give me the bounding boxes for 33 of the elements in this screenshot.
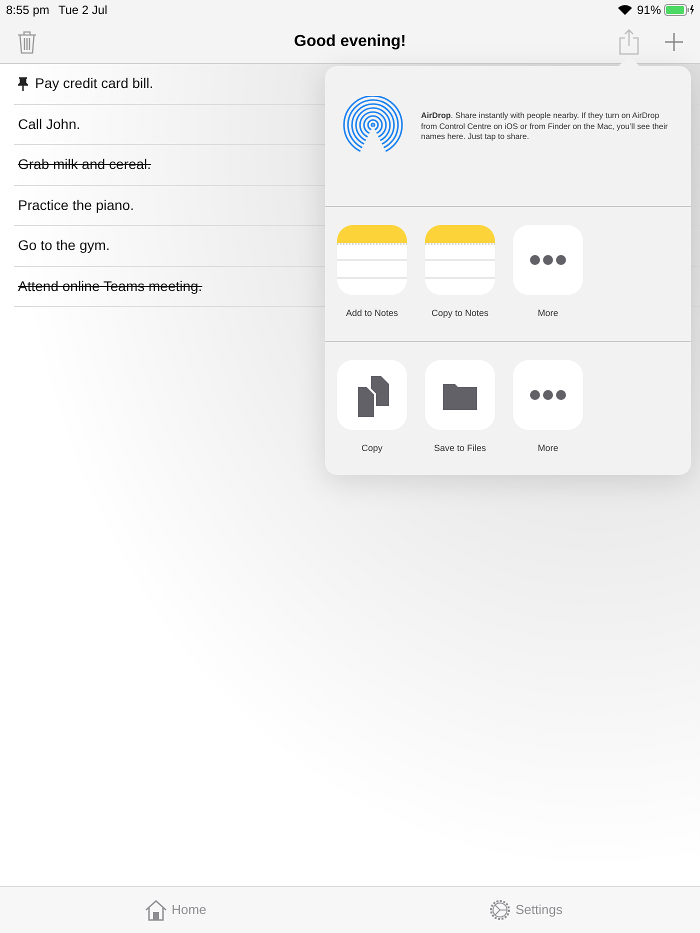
status-date: Tue 2 Jul: [58, 2, 108, 19]
task-text[interactable]: Go to the gym.: [18, 235, 110, 256]
gear-icon: [488, 898, 512, 922]
share-action-label[interactable]: More: [538, 307, 558, 320]
share-action-label[interactable]: Save to Files: [434, 442, 486, 455]
more-icon: [530, 390, 566, 400]
share-icon: [619, 28, 639, 54]
nav-title: Good evening!: [294, 32, 406, 52]
notes-app-icon: [337, 225, 407, 295]
share-action-label[interactable]: Copy to Notes: [431, 307, 489, 320]
share-action-label[interactable]: More: [538, 442, 558, 455]
notes-app-icon: [425, 225, 495, 295]
more-icon: [530, 255, 566, 265]
add-button[interactable]: [665, 32, 683, 50]
battery-charging-icon: [664, 4, 694, 16]
trash-button[interactable]: [17, 30, 37, 54]
status-time: 8:55 pm: [6, 2, 50, 19]
plus-icon: [665, 32, 683, 50]
task-text[interactable]: Call John.: [18, 114, 80, 135]
airdrop-description: AirDrop. Share instantly with people nearby. If they turn on AirDrop from Control Centre on iOS or from Finder on the Mac, you’ll see their names here. Just tap to share.: [421, 111, 669, 142]
task-text[interactable]: Attend online Teams meeting.: [18, 276, 202, 297]
task-text[interactable]: Pay credit card bill.: [35, 73, 154, 94]
share-action-label[interactable]: Copy: [361, 442, 382, 455]
task-text[interactable]: Grab milk and cereal.: [18, 154, 152, 176]
trash-icon: [17, 30, 37, 54]
share-button[interactable]: [619, 28, 639, 54]
pin-icon: [18, 76, 28, 91]
task-text[interactable]: Practice the piano.: [18, 194, 134, 216]
home-icon: [144, 899, 168, 921]
battery-percent: 91%: [636, 2, 661, 19]
share-action-label[interactable]: Add to Notes: [346, 307, 398, 320]
wifi-icon: [618, 5, 632, 15]
airdrop-icon: [342, 96, 404, 154]
